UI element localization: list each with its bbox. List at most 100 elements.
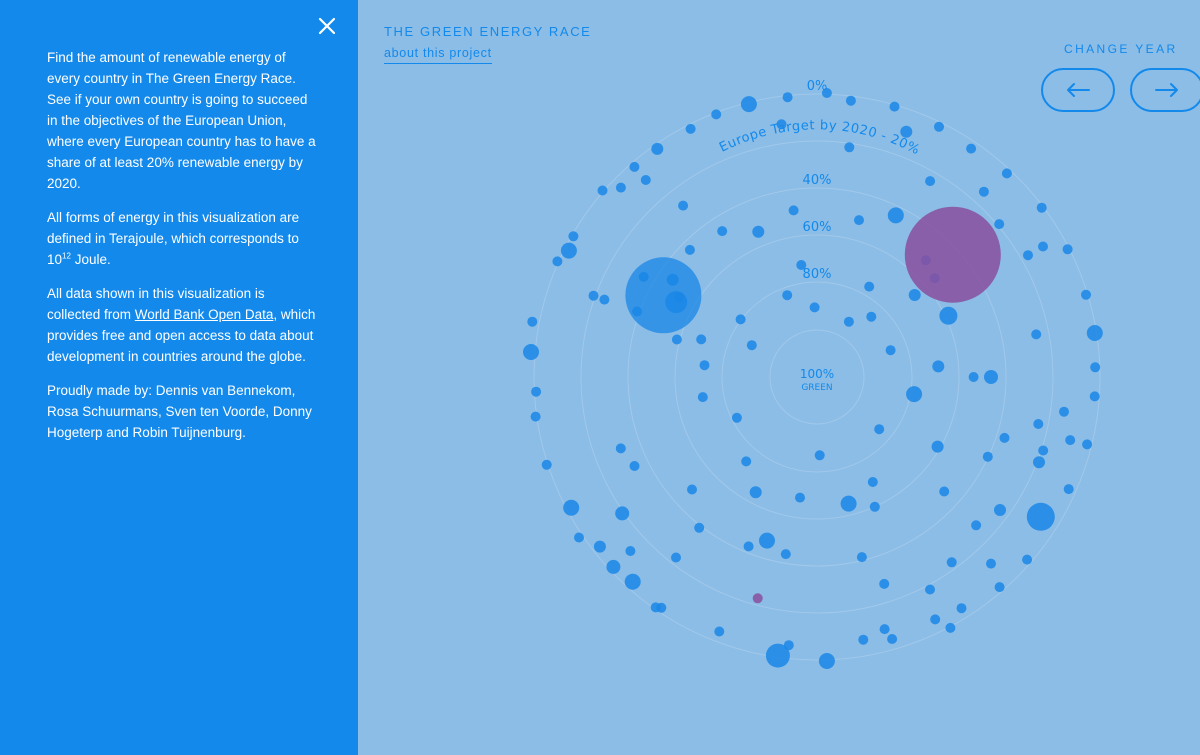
country-bubble[interactable] [765, 643, 790, 668]
country-bubble[interactable] [879, 578, 890, 589]
country-bubble[interactable] [625, 546, 636, 556]
country-bubble[interactable] [788, 205, 799, 216]
country-bubble[interactable] [845, 95, 856, 106]
country-bubble[interactable] [994, 219, 1005, 230]
country-bubble[interactable] [714, 626, 725, 637]
country-bubble[interactable] [1038, 241, 1048, 252]
country-bubble[interactable] [697, 392, 708, 403]
country-bubble[interactable] [711, 109, 722, 120]
country-bubble[interactable] [930, 614, 941, 625]
country-bubble[interactable] [1089, 391, 1100, 402]
country-bubble[interactable] [818, 653, 835, 669]
country-bubble[interactable] [743, 541, 754, 552]
country-bubble[interactable] [740, 96, 757, 113]
country-bubble[interactable] [1082, 439, 1093, 450]
country-bubble[interactable] [684, 244, 695, 255]
country-bubble[interactable] [625, 257, 702, 334]
country-bubble[interactable] [1033, 419, 1044, 429]
country-bubble[interactable] [885, 345, 896, 356]
country-bubble[interactable] [1022, 554, 1033, 565]
country-bubble[interactable] [934, 121, 944, 132]
country-bubble[interactable] [1033, 456, 1045, 469]
country-bubble[interactable] [1059, 406, 1069, 417]
country-bubble[interactable] [931, 440, 944, 453]
country-bubble[interactable] [563, 499, 580, 516]
country-bubble[interactable] [946, 557, 957, 568]
country-bubble[interactable] [651, 142, 664, 155]
country-bubble[interactable] [840, 495, 857, 512]
country-bubble[interactable] [968, 372, 979, 382]
country-bubble[interactable] [678, 200, 689, 211]
country-bubble[interactable] [887, 634, 898, 644]
country-bubble[interactable] [615, 182, 626, 193]
country-bubble[interactable] [1086, 325, 1103, 341]
country-bubble[interactable] [1023, 250, 1033, 261]
country-bubble[interactable] [1090, 362, 1101, 373]
country-bubble[interactable] [541, 459, 552, 470]
country-bubble[interactable] [597, 185, 608, 196]
country-bubble[interactable] [869, 501, 880, 512]
country-bubble[interactable] [560, 242, 577, 259]
country-bubble[interactable] [746, 340, 757, 351]
country-bubble[interactable] [1026, 502, 1055, 531]
country-bubble[interactable] [694, 522, 705, 533]
country-bubble[interactable] [1038, 445, 1049, 456]
country-bubble[interactable] [735, 314, 746, 325]
country-bubble[interactable] [530, 411, 541, 422]
country-bubble[interactable] [615, 443, 626, 454]
country-bubble[interactable] [1081, 289, 1091, 300]
country-bubble[interactable] [854, 215, 864, 226]
country-bubble[interactable] [687, 484, 697, 495]
country-bubble[interactable] [879, 624, 890, 635]
country-bubble[interactable] [932, 360, 945, 373]
country-bubble[interactable] [749, 486, 762, 499]
country-bubble[interactable] [809, 302, 820, 313]
country-bubble[interactable] [821, 88, 832, 98]
country-bubble[interactable] [629, 161, 640, 172]
country-bubble[interactable] [795, 492, 805, 503]
highlighted-country-bubble[interactable] [752, 593, 763, 604]
country-bubble[interactable] [1065, 435, 1076, 446]
country-bubble[interactable] [956, 603, 967, 614]
country-bubble[interactable] [593, 540, 606, 553]
country-bubble[interactable] [887, 207, 904, 224]
country-bubble[interactable] [874, 424, 885, 435]
country-bubble[interactable] [552, 256, 563, 267]
country-bubble[interactable] [615, 506, 630, 521]
country-bubble[interactable] [696, 334, 707, 345]
country-bubble[interactable] [906, 386, 923, 403]
country-bubble[interactable] [699, 360, 710, 371]
country-bubble[interactable] [939, 486, 950, 497]
country-bubble[interactable] [1036, 202, 1047, 213]
country-bubble[interactable] [782, 92, 793, 103]
country-bubble[interactable] [629, 461, 640, 471]
country-bubble[interactable] [925, 176, 936, 187]
country-bubble[interactable] [671, 552, 681, 563]
country-bubble[interactable] [1001, 168, 1012, 179]
country-bubble[interactable] [759, 532, 775, 549]
country-bubble[interactable] [984, 370, 998, 384]
country-bubble[interactable] [994, 504, 1006, 516]
country-bubble[interactable] [971, 520, 982, 531]
country-bubble[interactable] [531, 386, 542, 397]
country-bubble[interactable] [624, 573, 641, 590]
country-bubble[interactable] [925, 584, 935, 595]
country-bubble[interactable] [640, 175, 651, 185]
country-bubble[interactable] [1063, 484, 1074, 495]
country-bubble[interactable] [866, 311, 877, 322]
country-bubble[interactable] [939, 306, 958, 325]
country-bubble[interactable] [986, 558, 996, 569]
country-bubble[interactable] [776, 119, 787, 130]
country-bubble[interactable] [966, 143, 977, 154]
country-bubble[interactable] [717, 226, 728, 237]
country-bubble[interactable] [780, 549, 791, 560]
country-bubble[interactable] [994, 582, 1005, 593]
highlighted-country-bubble[interactable] [904, 206, 1001, 303]
country-bubble[interactable] [741, 456, 752, 467]
country-bubble[interactable] [945, 622, 956, 633]
country-bubble[interactable] [523, 344, 539, 360]
country-bubble[interactable] [867, 477, 878, 487]
country-bubble[interactable] [900, 125, 913, 138]
country-bubble[interactable] [858, 634, 869, 645]
country-bubble[interactable] [978, 186, 989, 197]
